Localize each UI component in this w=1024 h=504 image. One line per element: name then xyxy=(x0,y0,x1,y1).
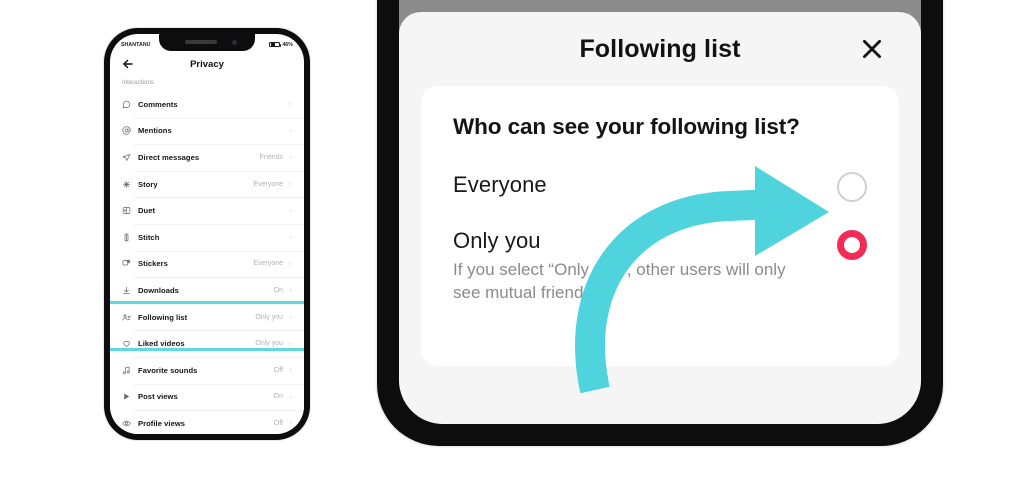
chevron-right-icon xyxy=(289,288,292,293)
chevron-right-icon xyxy=(289,182,292,186)
privacy-row-favorite-sounds[interactable]: Favorite sounds Off xyxy=(110,356,304,384)
carrier-label: SHANTANU xyxy=(121,41,151,48)
chevron-right-icon xyxy=(289,421,292,426)
privacy-row-value: Only you xyxy=(255,340,283,348)
privacy-row-value: Off xyxy=(273,366,283,374)
privacy-row-value: Only you xyxy=(255,313,283,321)
privacy-row-label: Liked videos xyxy=(138,339,185,349)
chevron-right-icon xyxy=(289,262,292,266)
screenshot-canvas: SHANTANU 46% Privacy Interactions Commen… xyxy=(0,0,1024,504)
options-card: Who can see your following list? Everyon… xyxy=(421,86,899,366)
following-list-bottom-sheet: Following list Who can see your followin… xyxy=(399,12,921,424)
privacy-row-value: Off xyxy=(273,419,283,427)
mention-at-icon xyxy=(122,126,131,135)
privacy-row-profile-views[interactable]: Profile views Off xyxy=(110,410,304,434)
download-icon xyxy=(123,286,130,294)
privacy-row-direct-messages[interactable]: Direct messages Friends xyxy=(110,144,304,171)
privacy-row-label: Direct messages xyxy=(138,152,200,162)
chevron-right-icon xyxy=(289,102,292,107)
dimmed-background-row-stickers: Stickers Everyone xyxy=(399,0,921,12)
privacy-row-label: Following list xyxy=(138,312,188,322)
privacy-settings-list: Comments Mentions Direct messages Friends St… xyxy=(110,91,304,434)
privacy-row-value: On xyxy=(273,286,283,294)
option-only-you-description: If you select “Only you”, other users wi… xyxy=(453,260,786,302)
sheet-title: Following list xyxy=(579,34,741,63)
stickers-icon xyxy=(122,260,131,266)
option-everyone[interactable]: Everyone xyxy=(453,172,867,202)
comment-bubble-icon xyxy=(122,100,131,109)
sheet-header: Following list xyxy=(399,12,921,86)
right-phone-screen: Stickers Everyone Following list Who can… xyxy=(399,0,921,424)
status-bar-right: 46% xyxy=(269,42,293,48)
battery-icon xyxy=(269,41,282,48)
privacy-row-label: Stitch xyxy=(138,232,160,242)
story-plus-icon xyxy=(123,180,130,188)
privacy-row-post-views[interactable]: Post views On xyxy=(110,383,304,411)
following-list-icon xyxy=(122,314,131,321)
privacy-row-value: Friends xyxy=(259,153,283,161)
privacy-row-stitch[interactable]: Stitch xyxy=(110,223,304,251)
phone-notch xyxy=(159,34,255,51)
chevron-right-icon xyxy=(289,129,292,133)
front-camera xyxy=(232,39,237,45)
earpiece-speaker xyxy=(185,40,217,44)
option-only-you-label: Only you xyxy=(453,228,541,253)
privacy-row-label: Stickers xyxy=(138,259,168,269)
page-title: Privacy xyxy=(190,58,224,70)
radio-unselected-icon[interactable] xyxy=(837,172,867,202)
battery-percent-label: 46% xyxy=(282,41,293,48)
privacy-row-duet[interactable]: Duet xyxy=(110,197,304,224)
privacy-row-stickers[interactable]: Stickers Everyone xyxy=(110,250,304,278)
chevron-right-icon xyxy=(289,315,292,319)
heart-icon xyxy=(123,341,130,347)
chevron-right-icon xyxy=(289,341,292,346)
right-phone-mockup: Stickers Everyone Following list Who can… xyxy=(377,0,943,446)
left-phone-mockup: SHANTANU 46% Privacy Interactions Commen… xyxy=(104,28,310,440)
duet-icon xyxy=(122,207,131,215)
privacy-row-mentions[interactable]: Mentions xyxy=(110,117,304,145)
options-question: Who can see your following list? xyxy=(453,114,800,139)
privacy-row-story[interactable]: Story Everyone xyxy=(110,170,304,198)
section-label-interactions: Interactions xyxy=(122,79,154,86)
privacy-row-value: Everyone xyxy=(253,180,283,188)
play-icon xyxy=(124,393,130,400)
privacy-row-value: On xyxy=(273,393,283,401)
profile-views-icon xyxy=(122,420,131,427)
paper-plane-icon xyxy=(122,154,131,161)
navigation-bar: Privacy xyxy=(110,52,304,76)
option-everyone-label: Everyone xyxy=(453,172,547,197)
chevron-right-icon xyxy=(289,395,292,399)
option-only-you[interactable]: Only you If you select “Only you”, other… xyxy=(453,228,867,305)
chevron-right-icon xyxy=(289,208,292,213)
radio-selected-icon[interactable] xyxy=(837,230,867,260)
privacy-row-downloads[interactable]: Downloads On xyxy=(110,277,304,304)
stitch-icon xyxy=(124,233,129,241)
privacy-row-label: Downloads xyxy=(138,285,179,295)
privacy-row-label: Duet xyxy=(138,206,156,216)
privacy-row-label: Mentions xyxy=(138,126,172,136)
privacy-row-comments[interactable]: Comments xyxy=(110,91,304,118)
privacy-row-value: Everyone xyxy=(253,260,283,268)
music-note-icon xyxy=(123,366,130,374)
privacy-row-liked-videos[interactable]: Liked videos Only you xyxy=(110,330,304,357)
chevron-right-icon xyxy=(289,155,292,160)
privacy-row-label: Post views xyxy=(138,392,178,402)
privacy-row-following-list[interactable]: Following list Only you xyxy=(110,303,304,331)
left-phone-screen: SHANTANU 46% Privacy Interactions Commen… xyxy=(110,34,304,434)
chevron-right-icon xyxy=(289,368,292,372)
close-icon[interactable] xyxy=(859,36,885,62)
chevron-right-icon xyxy=(289,235,292,239)
privacy-row-label: Story xyxy=(138,179,158,189)
privacy-row-label: Favorite sounds xyxy=(138,365,198,375)
privacy-row-label: Profile views xyxy=(138,418,186,428)
privacy-row-label: Comments xyxy=(138,99,178,109)
